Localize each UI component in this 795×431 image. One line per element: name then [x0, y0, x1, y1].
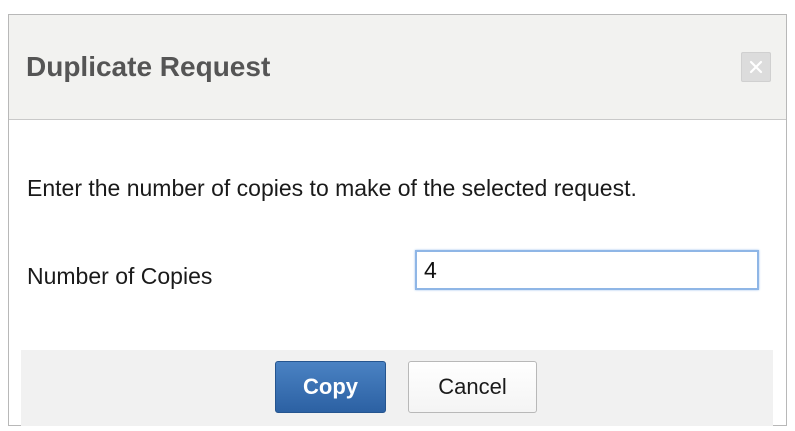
duplicate-request-dialog: Duplicate Request Enter the number of co… [8, 14, 787, 426]
cancel-button[interactable]: Cancel [408, 361, 537, 413]
dialog-header: Duplicate Request [9, 15, 786, 120]
copies-input[interactable] [415, 250, 759, 290]
dialog-title: Duplicate Request [26, 51, 271, 82]
dialog-footer: Copy Cancel [21, 350, 773, 426]
close-icon [749, 60, 763, 74]
copies-label: Number of Copies [27, 263, 213, 289]
dialog-body: Enter the number of copies to make of th… [9, 120, 786, 350]
close-button[interactable] [741, 52, 771, 82]
instruction-text: Enter the number of copies to make of th… [27, 175, 637, 201]
copy-button[interactable]: Copy [275, 361, 386, 413]
